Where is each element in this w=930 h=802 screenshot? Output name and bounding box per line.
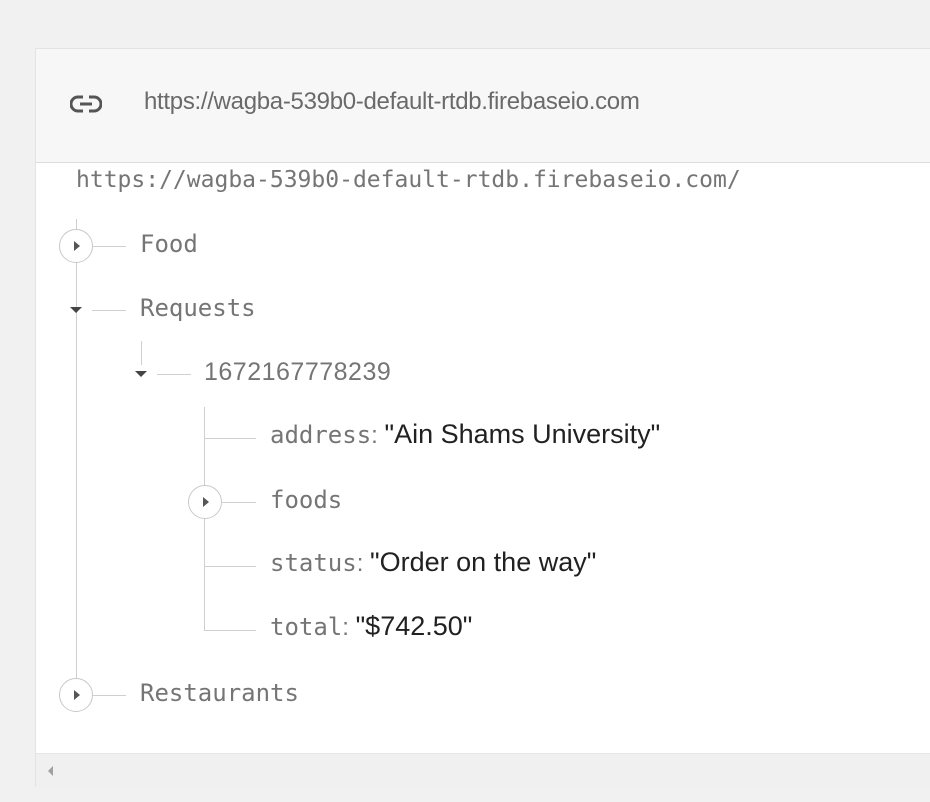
field-separator: : [356,550,364,577]
food-expand-button[interactable] [59,229,93,263]
field-value[interactable]: "Order on the way" [370,547,596,577]
requests-collapse-icon[interactable] [70,307,82,313]
node-requests[interactable]: Requests [140,294,256,322]
scroll-left-arrow-icon[interactable] [48,766,53,776]
tree-line-root-vertical [76,219,77,699]
database-panel: https://wagba-539b0-default-rtdb.firebas… [35,48,930,787]
field-status[interactable]: status: "Order on the way" [270,547,596,578]
field-value[interactable]: "Ain Shams University" [385,419,661,449]
field-value[interactable]: "$742.50" [356,611,473,641]
node-foods[interactable]: foods [270,486,342,514]
restaurants-expand-button[interactable] [59,678,93,712]
expand-arrow-icon [74,241,80,251]
foods-expand-button[interactable] [188,485,222,519]
tree-line-total [204,630,256,631]
tree-line-request-vertical [204,407,205,631]
tree-line-restaurants [92,695,126,696]
node-request-id[interactable]: 1672167778239 [204,358,391,387]
field-total[interactable]: total: "$742.50" [270,611,472,642]
tree-line-food [92,246,126,247]
tree-line-address [204,438,256,439]
field-address[interactable]: address: "Ain Shams University" [270,419,660,450]
tree-line-requests [92,310,126,311]
node-restaurants[interactable]: Restaurants [140,679,299,707]
field-separator: : [342,614,349,641]
panel-header: https://wagba-539b0-default-rtdb.firebas… [36,49,930,163]
expand-arrow-icon [74,690,80,700]
expand-arrow-icon [203,497,209,507]
tree-line-requests-vertical [141,341,142,365]
field-key: address [270,421,372,449]
database-url[interactable]: https://wagba-539b0-default-rtdb.firebas… [144,88,640,116]
field-separator: : [371,422,378,449]
field-key: status [270,549,357,577]
link-icon[interactable] [70,93,102,115]
horizontal-scrollbar[interactable] [36,753,930,787]
tree-line-foods [222,502,256,503]
root-node-url[interactable]: https://wagba-539b0-default-rtdb.firebas… [76,167,741,193]
field-key: total [270,613,343,641]
request-collapse-icon[interactable] [135,371,147,377]
node-food[interactable]: Food [140,230,198,258]
tree-line-status [204,566,256,567]
tree-line-request-id [157,374,191,375]
